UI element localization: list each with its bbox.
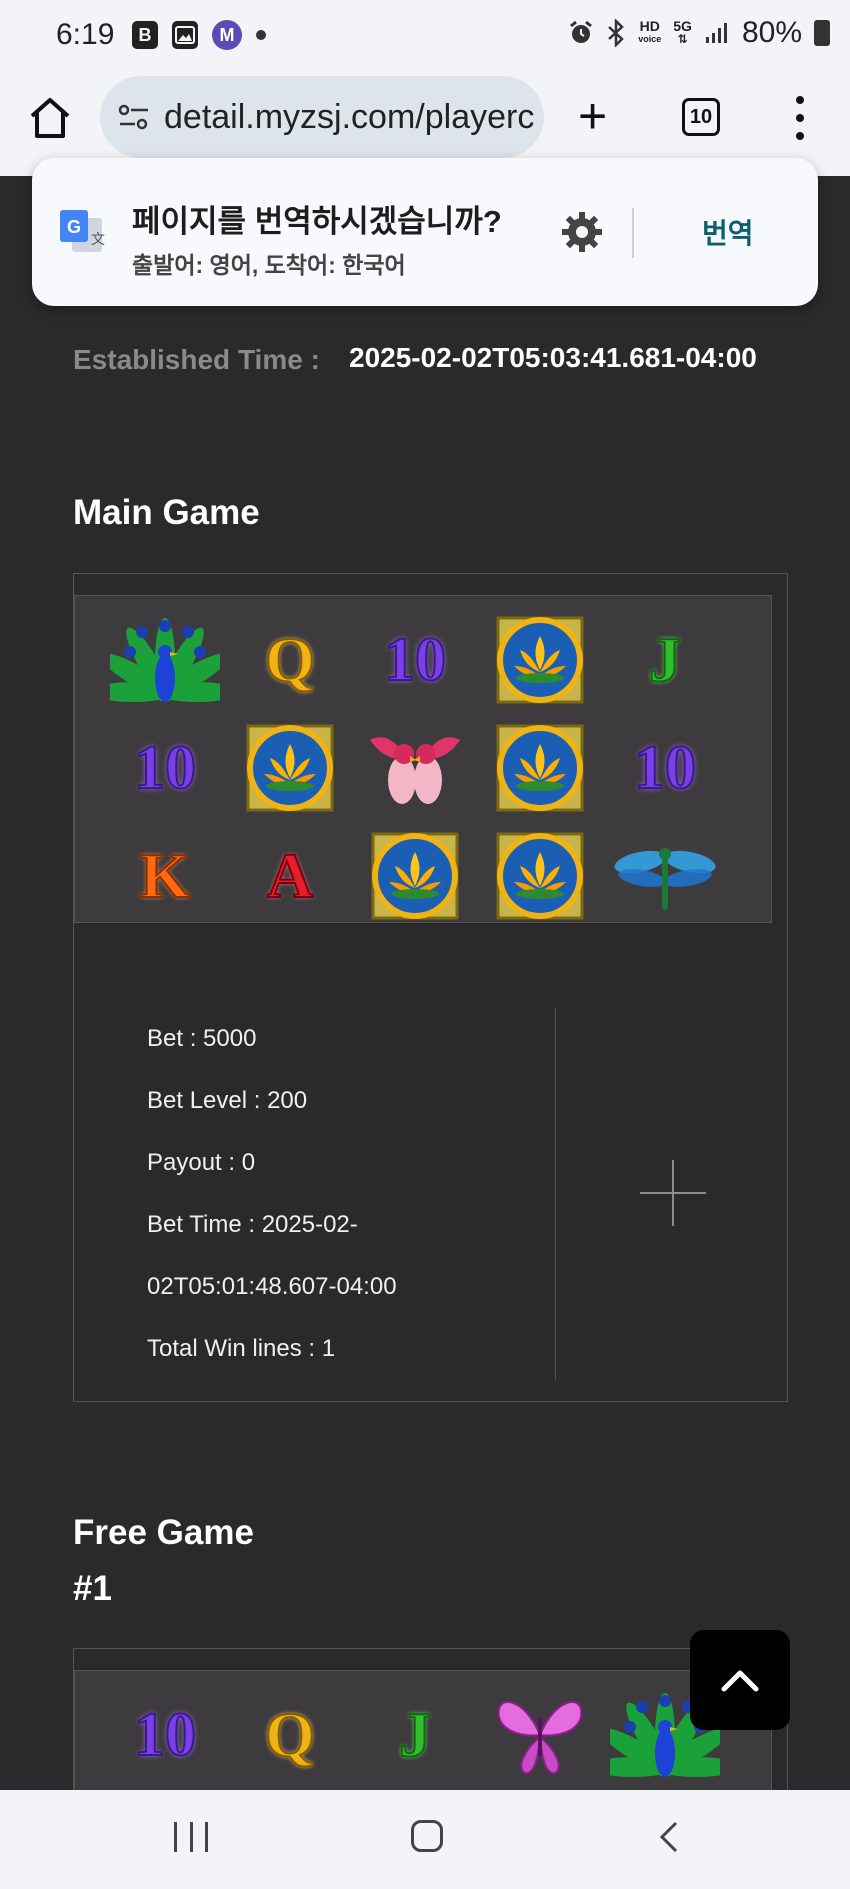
tab-switcher-button[interactable]: 10 [682,98,720,136]
notification-icons: B M [132,20,266,50]
translate-title: 페이지를 번역하시겠습니까? [132,204,502,239]
google-translate-icon: G 文 [60,210,105,252]
bet-time-text: Bet Time : 2025-02- [147,1211,358,1238]
gallery-icon [172,21,198,49]
translate-languages: 출발어: 영어, 도착어: 한국어 [132,252,406,278]
notification-dot [256,30,266,40]
bluetooth-icon [608,19,625,47]
system-icons: HD voice 5G ⇅ 80% [568,16,830,50]
symbol-lotus-icon [485,718,595,818]
symbol-J: J [398,1699,432,1770]
free-game-title: Free Game [73,1513,254,1552]
battery-percent: 80% [741,16,802,49]
bet-time-text-cont: 02T05:01:48.607-04:00 [147,1273,397,1300]
symbol-lotus-icon [485,610,595,710]
symbol-lovebirds-icon [360,718,470,818]
symbol-10: 10 [133,1701,197,1769]
established-time-value: 2025-02-02T05:03:41.681-04:00 [349,342,757,373]
payout-text: Payout : 0 [147,1149,256,1176]
home-nav-icon[interactable] [411,1820,443,1852]
system-nav-bar [0,1790,850,1889]
alarm-icon [570,20,593,43]
symbol-K: K [139,840,191,911]
m-app-icon: M [212,20,242,50]
bet-level-text: Bet Level : 200 [147,1087,308,1114]
symbol-butterfly-icon [485,1685,595,1785]
battery-icon [814,20,830,46]
status-bar: 6:19 B M HD voice 5G ⇅ 80% [0,0,850,72]
symbol-peacock-icon [110,610,220,710]
total-win-lines-text: Total Win lines : 1 [147,1335,336,1362]
main-game-reels: Q 10 J 10 10 K A [74,595,772,923]
symbol-dragonfly-icon [610,826,720,926]
site-settings-icon[interactable] [116,99,152,135]
symbol-10: 10 [133,734,197,802]
translate-button[interactable]: 번역 [702,212,754,252]
status-time: 6:19 [56,18,115,51]
symbol-10: 10 [633,734,697,802]
info-divider [555,1008,556,1380]
new-tab-button[interactable]: + [578,91,607,141]
bet-text: Bet : 5000 [147,1025,257,1052]
divider [632,208,634,258]
main-game-title: Main Game [73,493,260,532]
established-time-label: Established Time : [73,344,320,375]
symbol-J: J [648,624,682,695]
translate-popup: G 文 페이지를 번역하시겠습니까? 출발어: 영어, 도착어: 한국어 번역 [32,158,818,306]
free-game-reels: 10 Q J [74,1670,772,1790]
chevron-up-icon [721,1670,759,1692]
symbol-lotus-icon [360,826,470,926]
5g-icon: 5G ⇅ [673,18,692,46]
symbol-lotus-icon [235,718,345,818]
svg-text:G: G [67,217,81,237]
more-menu-icon[interactable] [794,96,806,140]
symbol-lotus-icon [485,826,595,926]
symbol-10: 10 [383,626,447,694]
signal-icon [705,23,727,43]
voice-label: voice [638,34,662,44]
home-icon[interactable] [26,94,74,142]
hd-label: HD [639,18,660,34]
scroll-to-top-button[interactable] [690,1630,790,1730]
free-game-number: #1 [73,1569,112,1608]
recent-apps-icon[interactable] [174,1822,208,1852]
hd-voice-icon: HD voice [638,18,662,46]
symbol-A: A [266,840,314,911]
b-app-icon: B [132,21,158,49]
svg-text:文: 文 [91,232,105,248]
symbol-Q: Q [264,624,316,695]
gear-icon[interactable] [560,210,604,254]
symbol-Q: Q [264,1699,316,1770]
address-bar[interactable]: detail.myzsj.com/playerc [100,76,544,158]
expand-plus-icon[interactable] [640,1160,706,1226]
url-text[interactable]: detail.myzsj.com/playerc [164,98,534,137]
back-icon[interactable] [654,1820,684,1854]
